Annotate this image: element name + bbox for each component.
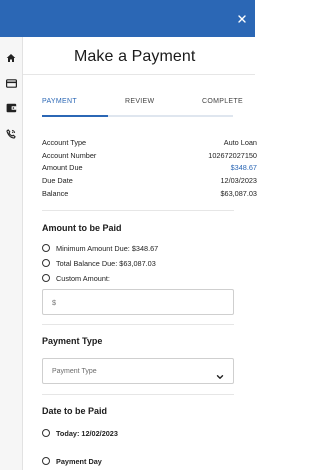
amount-due-link[interactable]: $348.67 <box>231 162 257 175</box>
amount-section-title: Amount to be Paid <box>42 223 122 233</box>
account-details: Account Type Auto Loan Account Number 10… <box>42 137 257 200</box>
radio-payment-day[interactable]: Payment Day <box>42 455 102 467</box>
radio-label: Today: 12/02/2023 <box>56 428 118 438</box>
sidebar <box>0 0 23 470</box>
tab-active-indicator <box>42 115 108 117</box>
radio-today[interactable]: Today: 12/02/2023 <box>42 427 118 439</box>
chevron-down-icon <box>216 368 224 379</box>
radio-custom-amount[interactable]: Custom Amount: <box>42 272 110 284</box>
detail-label: Account Type <box>42 138 87 147</box>
radio-total-balance[interactable]: Total Balance Due: $63,087.03 <box>42 257 156 269</box>
stepper-tabs: PAYMENT REVIEW COMPLETE <box>42 98 255 122</box>
radio-circle[interactable] <box>42 259 50 267</box>
detail-value: Auto Loan <box>223 138 257 147</box>
radio-minimum-amount[interactable]: Minimum Amount Due: $348.67 <box>42 242 158 254</box>
detail-row-balance: Balance $63,087.03 <box>42 188 257 201</box>
custom-amount-field[interactable] <box>42 289 234 315</box>
home-icon[interactable] <box>4 51 18 65</box>
title-divider <box>23 74 255 75</box>
detail-label: Due Date <box>42 176 73 186</box>
close-icon[interactable] <box>234 11 249 26</box>
detail-row-due-date: Due Date 12/03/2023 <box>42 175 257 188</box>
detail-label: Balance <box>42 188 69 198</box>
top-bar <box>23 0 255 37</box>
wallet-icon[interactable] <box>4 101 18 115</box>
detail-value: 12/03/2023 <box>220 176 257 186</box>
sidebar-header-strip <box>0 0 23 37</box>
tab-review[interactable]: REVIEW <box>125 98 154 105</box>
detail-value: $63,087.03 <box>220 188 257 198</box>
phone-icon[interactable] <box>4 127 18 141</box>
radio-label: Custom Amount: <box>56 273 110 283</box>
tab-payment[interactable]: PAYMENT <box>42 98 77 105</box>
section-divider <box>42 324 234 325</box>
radio-circle[interactable] <box>42 244 50 252</box>
detail-row-amount-due: Amount Due $348.67 <box>42 162 257 175</box>
tab-complete[interactable]: COMPLETE <box>202 98 243 105</box>
detail-value: 102672027150 <box>208 150 257 160</box>
payment-type-title: Payment Type <box>42 336 103 346</box>
detail-row-account-number: Account Number 102672027150 <box>42 150 257 163</box>
detail-label: Amount Due <box>42 163 83 173</box>
custom-amount-input[interactable] <box>43 290 233 314</box>
radio-label: Total Balance Due: $63,087.03 <box>56 258 156 268</box>
credit-card-icon[interactable] <box>4 76 18 90</box>
payment-panel: Make a Payment PAYMENT REVIEW COMPLETE A… <box>23 37 257 470</box>
detail-label: Account Number <box>42 150 97 160</box>
detail-row-account-type: Account Type Auto Loan <box>42 137 257 150</box>
radio-circle[interactable] <box>42 429 50 437</box>
section-divider <box>42 394 234 395</box>
payment-type-select[interactable]: Payment Type <box>42 358 234 384</box>
page-title: Make a Payment <box>74 48 196 65</box>
radio-label: Minimum Amount Due: $348.67 <box>56 243 159 253</box>
payment-type-placeholder: Payment Type <box>52 368 97 375</box>
radio-circle[interactable] <box>42 457 50 465</box>
radio-circle[interactable] <box>42 274 50 282</box>
radio-label: Payment Day <box>56 456 102 466</box>
date-section-title: Date to be Paid <box>42 406 108 416</box>
section-divider <box>42 210 234 211</box>
